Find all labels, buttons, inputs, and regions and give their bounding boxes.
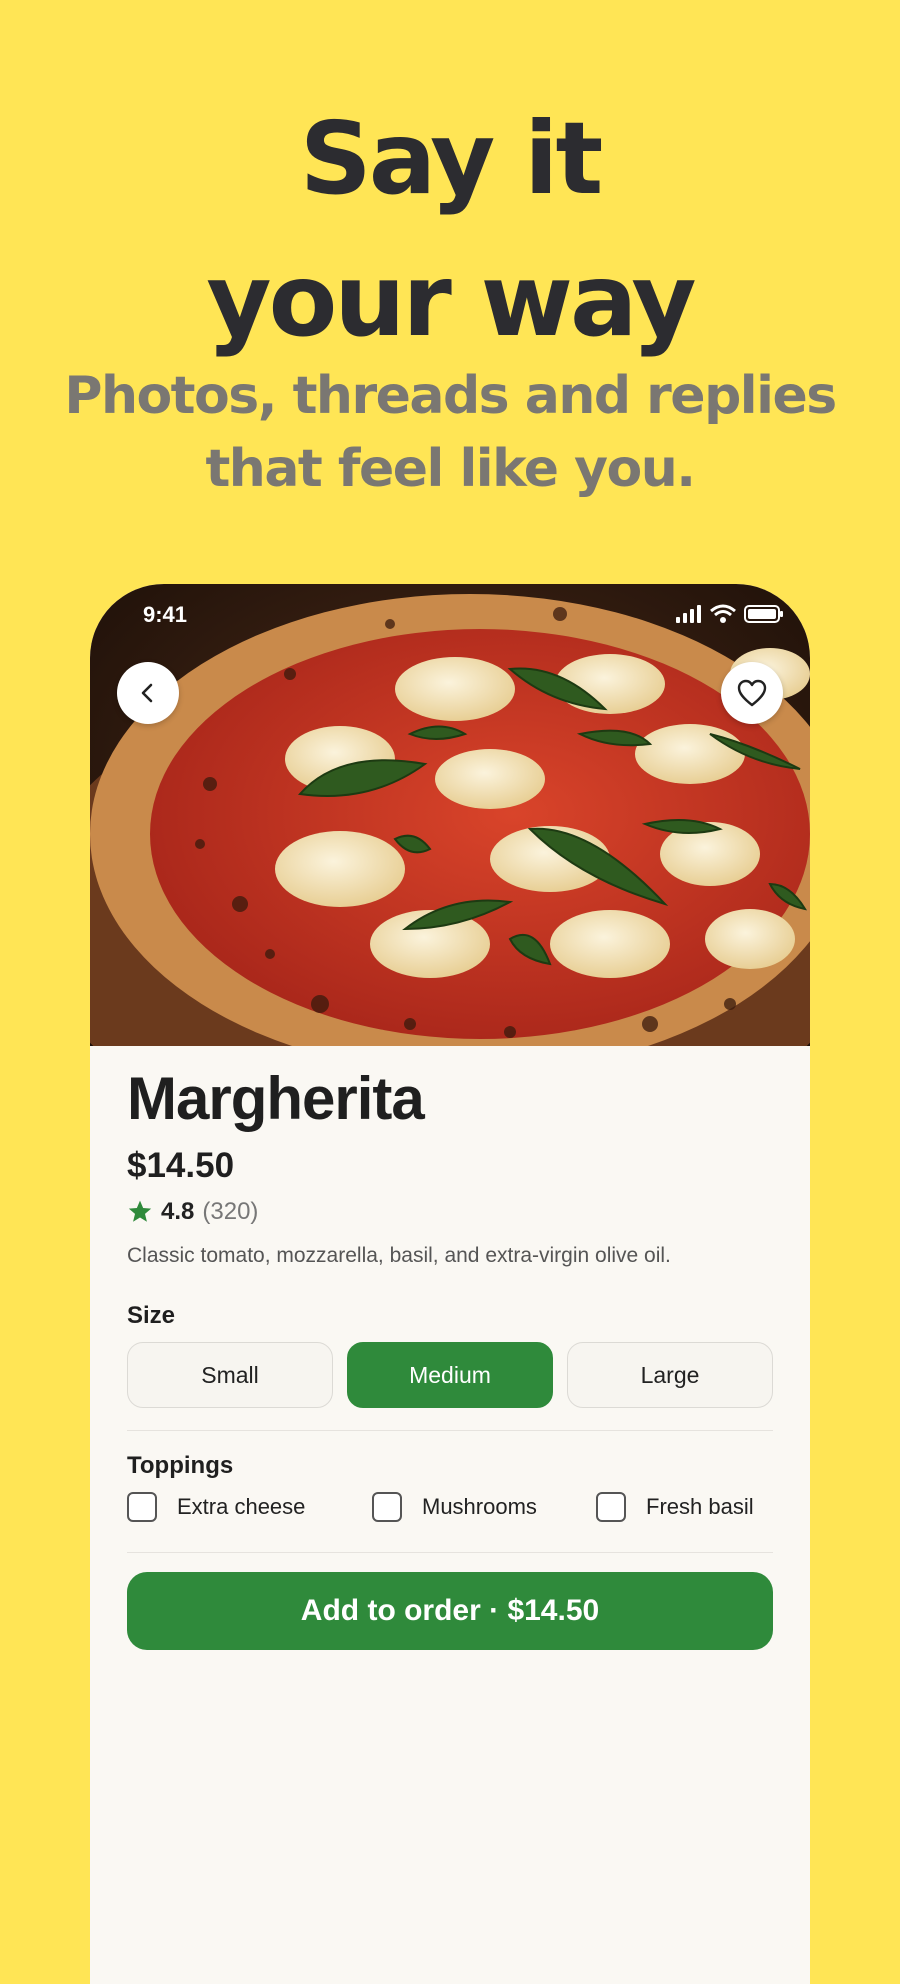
pizza-image [90, 584, 810, 1046]
battery-icon [744, 605, 783, 623]
size-selector: Small Medium Large [127, 1342, 773, 1408]
back-button[interactable] [117, 662, 179, 724]
status-icons [676, 604, 784, 624]
divider [127, 1430, 773, 1431]
subheadline-line-1: Photos, threads and replies [64, 366, 837, 426]
subheadline: Photos, threads and replies that feel li… [40, 360, 860, 506]
topping-fresh-basil[interactable]: Fresh basil [596, 1492, 754, 1522]
checkbox[interactable] [596, 1492, 626, 1522]
topping-extra-cheese[interactable]: Extra cheese [127, 1492, 305, 1522]
topping-label: Mushrooms [422, 1494, 537, 1519]
favorite-button[interactable] [721, 662, 783, 724]
status-time: 9:41 [143, 602, 188, 627]
product-rating: 4.8 (320) [127, 1198, 258, 1226]
topping-label: Extra cheese [177, 1494, 306, 1519]
add-to-order-button[interactable]: Add to order · $14.50 [127, 1572, 773, 1650]
toppings-label: Toppings [127, 1452, 234, 1479]
topping-label: Fresh basil [646, 1494, 754, 1519]
product-name: Margherita [127, 1065, 425, 1132]
phone-frame: 9:41 Margherita $14.50 4.8 (320) Classic… [90, 584, 810, 1984]
product-description: Classic tomato, mozzarella, basil, and e… [127, 1244, 671, 1267]
chevron-left-icon [141, 683, 153, 703]
signal-icon [676, 605, 701, 623]
divider [127, 1552, 773, 1553]
size-label: Size [127, 1302, 176, 1329]
heart-icon [737, 679, 767, 707]
topping-mushrooms[interactable]: Mushrooms [372, 1492, 537, 1522]
checkbox[interactable] [372, 1492, 402, 1522]
size-option-medium[interactable]: Medium [347, 1342, 553, 1408]
headline-line-2: your way [206, 242, 696, 359]
star-icon [128, 1200, 152, 1222]
size-option-small[interactable]: Small [127, 1342, 333, 1408]
checkbox[interactable] [127, 1492, 157, 1522]
rating-value: 4.8 [161, 1198, 195, 1225]
product-price: $14.50 [127, 1146, 235, 1185]
size-option-large[interactable]: Large [567, 1342, 773, 1408]
headline: Say it your way [0, 88, 900, 372]
wifi-icon [710, 604, 736, 623]
headline-line-1: Say it [299, 100, 604, 217]
rating-count: (320) [202, 1198, 259, 1225]
subheadline-line-2: that feel like you. [205, 439, 696, 499]
pizza-photo: 9:41 [90, 584, 810, 1046]
